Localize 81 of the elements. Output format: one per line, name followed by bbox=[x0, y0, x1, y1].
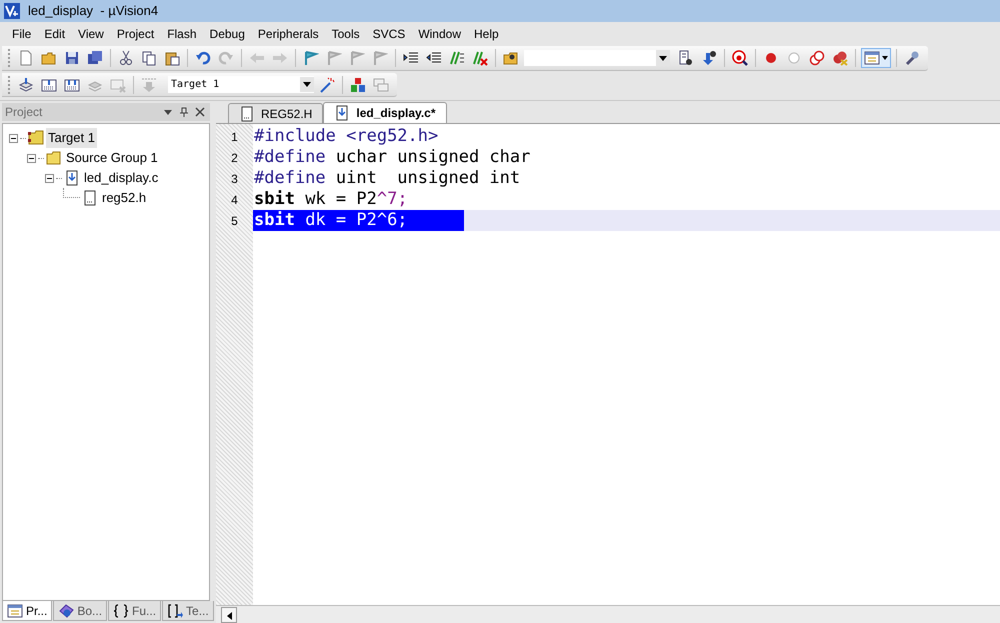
save-icon[interactable] bbox=[64, 50, 80, 66]
window-layout-button[interactable] bbox=[861, 48, 891, 68]
expander-icon[interactable] bbox=[45, 174, 54, 182]
uncomment-icon[interactable] bbox=[472, 50, 488, 66]
menu-item[interactable]: Window bbox=[412, 24, 467, 44]
menu-item[interactable]: Flash bbox=[161, 24, 203, 44]
horizontal-scrollbar[interactable] bbox=[216, 605, 1000, 623]
menu-item[interactable]: Debug bbox=[204, 24, 251, 44]
tree-item[interactable]: reg52.h bbox=[100, 188, 148, 208]
cut-icon[interactable] bbox=[118, 50, 134, 66]
magic-wand-icon[interactable] bbox=[319, 76, 335, 92]
panel-tab[interactable]: Pr... bbox=[2, 601, 52, 621]
download-icon[interactable] bbox=[18, 76, 34, 92]
save-all-icon[interactable] bbox=[87, 50, 103, 66]
expander-icon[interactable] bbox=[27, 154, 36, 162]
line-number: 1 bbox=[230, 128, 239, 146]
menu-item[interactable]: Tools bbox=[326, 24, 366, 44]
debug-magnifier-icon[interactable] bbox=[732, 50, 748, 66]
file-tab[interactable]: REG52.H bbox=[228, 103, 324, 123]
open-folder-icon[interactable] bbox=[41, 50, 57, 66]
line-number: 3 bbox=[230, 170, 239, 188]
expander-icon[interactable] bbox=[9, 134, 18, 142]
menu-item[interactable]: Project bbox=[110, 24, 160, 44]
comment-icon[interactable] bbox=[449, 50, 465, 66]
file-icon bbox=[239, 106, 255, 122]
breakpoints-icon[interactable] bbox=[809, 50, 825, 66]
window-layout-icon[interactable] bbox=[864, 50, 880, 66]
header-tree-icon bbox=[82, 190, 98, 206]
caret-icon[interactable] bbox=[659, 56, 667, 60]
panel-tab[interactable]: Te... bbox=[162, 601, 214, 621]
code-line: #define uchar unsigned char bbox=[253, 147, 532, 168]
menu-item[interactable]: SVCS bbox=[366, 24, 412, 44]
menu-item[interactable]: View bbox=[72, 24, 110, 44]
app-logo-icon bbox=[4, 3, 20, 19]
menu-item[interactable]: Edit bbox=[38, 24, 72, 44]
build-icon[interactable] bbox=[41, 76, 57, 92]
paste-icon[interactable] bbox=[164, 50, 180, 66]
undo-icon[interactable] bbox=[195, 50, 211, 66]
rebuild-icon[interactable] bbox=[64, 76, 80, 92]
panel-title: Project bbox=[5, 104, 44, 121]
functions-tab-icon bbox=[113, 602, 130, 618]
close-icon[interactable] bbox=[195, 107, 205, 117]
project-tab-icon bbox=[7, 602, 23, 618]
pin-icon[interactable] bbox=[179, 107, 189, 117]
line-number: 4 bbox=[230, 192, 239, 208]
dropdown-icon[interactable] bbox=[163, 108, 173, 116]
menu-item[interactable]: Help bbox=[468, 24, 505, 44]
new-file-icon[interactable] bbox=[18, 50, 34, 66]
panel-tab[interactable]: Fu... bbox=[108, 601, 162, 621]
wrench-icon[interactable] bbox=[904, 50, 920, 66]
code-line: #include <reg52.h> bbox=[253, 126, 440, 147]
menu-item[interactable]: File bbox=[6, 24, 38, 44]
line-number: 5 bbox=[230, 212, 239, 230]
caret-icon[interactable] bbox=[303, 82, 311, 87]
clear-breakpoints-icon[interactable] bbox=[832, 50, 848, 66]
templates-tab-icon bbox=[167, 602, 184, 618]
tree-item[interactable]: Source Group 1 bbox=[64, 148, 160, 168]
window-title: led_display - µVision4 bbox=[28, 2, 158, 20]
download-search-icon[interactable] bbox=[701, 50, 717, 66]
code-editor[interactable]: 1 2 3 4 5 #include <reg52.h> #define uchar unsigned char #define uint unsigned int sbit wk = P2^7; sbit dk = P2^6; bbox=[216, 123, 1000, 605]
group-tree-icon bbox=[46, 150, 62, 166]
find-in-files-icon[interactable] bbox=[503, 50, 519, 66]
code-line: #define uint unsigned int bbox=[253, 168, 522, 189]
panel-tab[interactable]: Bo... bbox=[53, 601, 108, 621]
tree-item[interactable]: led_display.c bbox=[82, 168, 160, 188]
code-line: sbit wk = P2^7; bbox=[253, 189, 409, 210]
file-tab[interactable]: led_display.c* bbox=[323, 102, 447, 123]
caret-icon[interactable] bbox=[882, 56, 888, 60]
breakpoint-icon[interactable] bbox=[763, 50, 779, 66]
source-tree-icon bbox=[64, 170, 80, 186]
bookmark-flag-icon[interactable] bbox=[303, 50, 319, 66]
menu-item[interactable]: Peripherals bbox=[252, 24, 325, 44]
target-select[interactable]: Target 1 bbox=[168, 76, 314, 93]
scroll-left-icon[interactable] bbox=[221, 606, 237, 622]
target-tree-icon bbox=[28, 130, 44, 146]
colored-blocks-icon[interactable] bbox=[350, 76, 366, 92]
line-number: 2 bbox=[230, 150, 239, 166]
tree-item[interactable]: Target 1 bbox=[46, 128, 97, 148]
copy-icon[interactable] bbox=[141, 50, 157, 66]
file-icon bbox=[334, 105, 350, 121]
find-document-icon[interactable] bbox=[678, 50, 694, 66]
